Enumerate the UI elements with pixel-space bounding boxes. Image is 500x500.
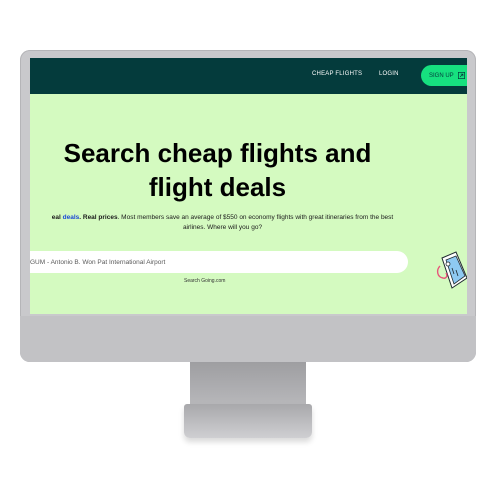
monitor-chin xyxy=(20,316,476,362)
hero-subtitle-line-2: airlines. Where will you go? xyxy=(182,224,263,231)
monitor-screen: CHEAP FLIGHTS LOGIN SIGN UP Search cheap… xyxy=(30,58,467,314)
sign-up-button[interactable]: SIGN UP xyxy=(421,65,467,86)
hero-subtitle-line-1: eal deals. Real prices. Most members sav… xyxy=(51,214,394,221)
airport-search-input[interactable] xyxy=(30,251,408,273)
subtitle-real-prices: Real prices xyxy=(82,214,118,221)
page-title-line-2: flight deals xyxy=(148,172,287,202)
subtitle-prefix: eal xyxy=(51,214,61,221)
subtitle-rest: . Most members save an average of $550 o… xyxy=(117,214,394,221)
luggage-tag-illustration xyxy=(436,251,467,289)
top-navigation-bar: CHEAP FLIGHTS LOGIN SIGN UP xyxy=(30,58,467,94)
monitor-stand-base xyxy=(184,404,312,438)
nav-link-login[interactable]: LOGIN xyxy=(379,71,399,77)
arrow-up-right-icon xyxy=(457,72,465,79)
search-credit: Search Going.com xyxy=(184,278,226,284)
page-title-line-1: Search cheap flights and xyxy=(63,138,372,168)
deals-link[interactable]: deals xyxy=(63,214,80,221)
hero-subtitle: eal deals. Real prices. Most members sav… xyxy=(30,213,425,233)
stage: CHEAP FLIGHTS LOGIN SIGN UP Search cheap… xyxy=(0,0,500,500)
nav-link-cheap-flights[interactable]: CHEAP FLIGHTS xyxy=(312,71,362,77)
sign-up-label: SIGN UP xyxy=(429,72,454,79)
monitor-stand-neck xyxy=(190,362,306,408)
page-title: Search cheap flights and flight deals xyxy=(30,136,405,204)
